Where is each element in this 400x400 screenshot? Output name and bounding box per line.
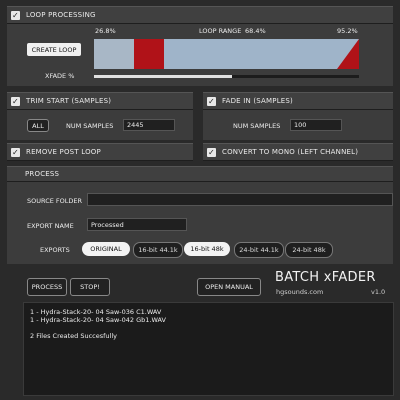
fade-in-checkbox[interactable]: ✓ xyxy=(207,96,216,106)
exports-label: EXPORTS xyxy=(40,246,70,254)
convert-mono-title: CONVERT TO MONO (LEFT CHANNEL) xyxy=(222,148,359,156)
loop-end-pct: 95.2% xyxy=(337,27,358,35)
log-line: 1 - Hydra-Stack-20- 04 Saw-036 C1.WAV xyxy=(30,308,162,316)
trim-all-button[interactable]: ALL xyxy=(27,119,49,132)
fade-num-samples-input[interactable]: 100 xyxy=(290,119,342,131)
loop-processing-header: ✓ LOOP PROCESSING xyxy=(7,6,393,24)
export-24bit-441-button[interactable]: 24-bit 44.1k xyxy=(234,242,284,258)
loop-range-label: LOOP RANGE xyxy=(199,27,242,35)
loop-range-pct: 68.4% xyxy=(245,27,266,35)
process-title: PROCESS xyxy=(25,170,60,178)
xfade-slider-fill xyxy=(94,75,232,78)
stop-button[interactable]: STOP! xyxy=(70,278,110,296)
remove-post-loop-title: REMOVE POST LOOP xyxy=(26,148,101,156)
export-24bit-48-button[interactable]: 24-bit 48k xyxy=(285,242,333,258)
log-line: 2 Files Created Succesfully xyxy=(30,332,117,340)
fade-in-header: ✓ FADE IN (SAMPLES) xyxy=(203,92,393,110)
trim-num-samples-label: NUM SAMPLES xyxy=(66,122,114,130)
loop-start-pct: 26.8% xyxy=(95,27,116,35)
fade-num-samples-label: NUM SAMPLES xyxy=(233,122,281,130)
convert-mono-checkbox[interactable]: ✓ xyxy=(207,147,216,157)
export-16bit-441-button[interactable]: 16-bit 44.1k xyxy=(133,242,183,258)
source-folder-label: SOURCE FOLDER xyxy=(27,197,83,205)
create-loop-button[interactable]: CREATE LOOP xyxy=(27,43,81,56)
convert-mono-header: ✓ CONVERT TO MONO (LEFT CHANNEL) xyxy=(203,143,393,161)
loop-processing-panel: ✓ LOOP PROCESSING 26.8% LOOP RANGE 68.4%… xyxy=(7,6,393,86)
version-label: v1.0 xyxy=(371,288,386,296)
process-panel: PROCESS SOURCE FOLDER EXPORT NAME Proces… xyxy=(7,166,393,264)
export-16bit-48-button[interactable]: 16-bit 48k xyxy=(184,242,230,256)
trim-num-samples-input[interactable]: 2445 xyxy=(123,119,175,131)
open-manual-button[interactable]: OPEN MANUAL xyxy=(197,278,261,296)
remove-post-loop-header: ✓ REMOVE POST LOOP xyxy=(7,143,193,161)
brand-site: hgsounds.com xyxy=(276,288,324,296)
loop-start-handle[interactable] xyxy=(134,39,164,69)
loop-pre-region xyxy=(94,39,134,69)
fade-in-title: FADE IN (SAMPLES) xyxy=(222,97,293,105)
trim-start-checkbox[interactable]: ✓ xyxy=(11,96,20,106)
xfade-label: XFADE % xyxy=(45,72,75,80)
loop-range-slider[interactable] xyxy=(94,39,359,69)
export-name-label: EXPORT NAME xyxy=(27,222,74,230)
remove-post-loop-checkbox[interactable]: ✓ xyxy=(11,147,20,157)
process-button[interactable]: PROCESS xyxy=(27,278,67,296)
trim-start-panel: ✓ TRIM START (SAMPLES) ALL NUM SAMPLES 2… xyxy=(7,92,193,140)
log-line: 1 - Hydra-Stack-20- 04 Saw-042 Gb1.WAV xyxy=(30,316,166,324)
trim-start-title: TRIM START (SAMPLES) xyxy=(26,97,112,105)
loop-end-fade[interactable] xyxy=(337,39,359,69)
loop-processing-checkbox[interactable]: ✓ xyxy=(11,10,20,20)
fade-in-panel: ✓ FADE IN (SAMPLES) NUM SAMPLES 100 xyxy=(203,92,393,140)
export-original-button[interactable]: ORIGINAL xyxy=(82,242,130,256)
output-log[interactable]: 1 - Hydra-Stack-20- 04 Saw-036 C1.WAV 1 … xyxy=(23,302,394,396)
loop-processing-title: LOOP PROCESSING xyxy=(26,11,96,19)
trim-start-header: ✓ TRIM START (SAMPLES) xyxy=(7,92,193,110)
process-header: PROCESS xyxy=(7,166,393,182)
brand-title: BATCH xFADER xyxy=(275,270,376,285)
xfade-slider-track[interactable] xyxy=(94,75,359,78)
export-name-input[interactable]: Processed xyxy=(87,218,187,231)
source-folder-input[interactable] xyxy=(87,193,393,206)
